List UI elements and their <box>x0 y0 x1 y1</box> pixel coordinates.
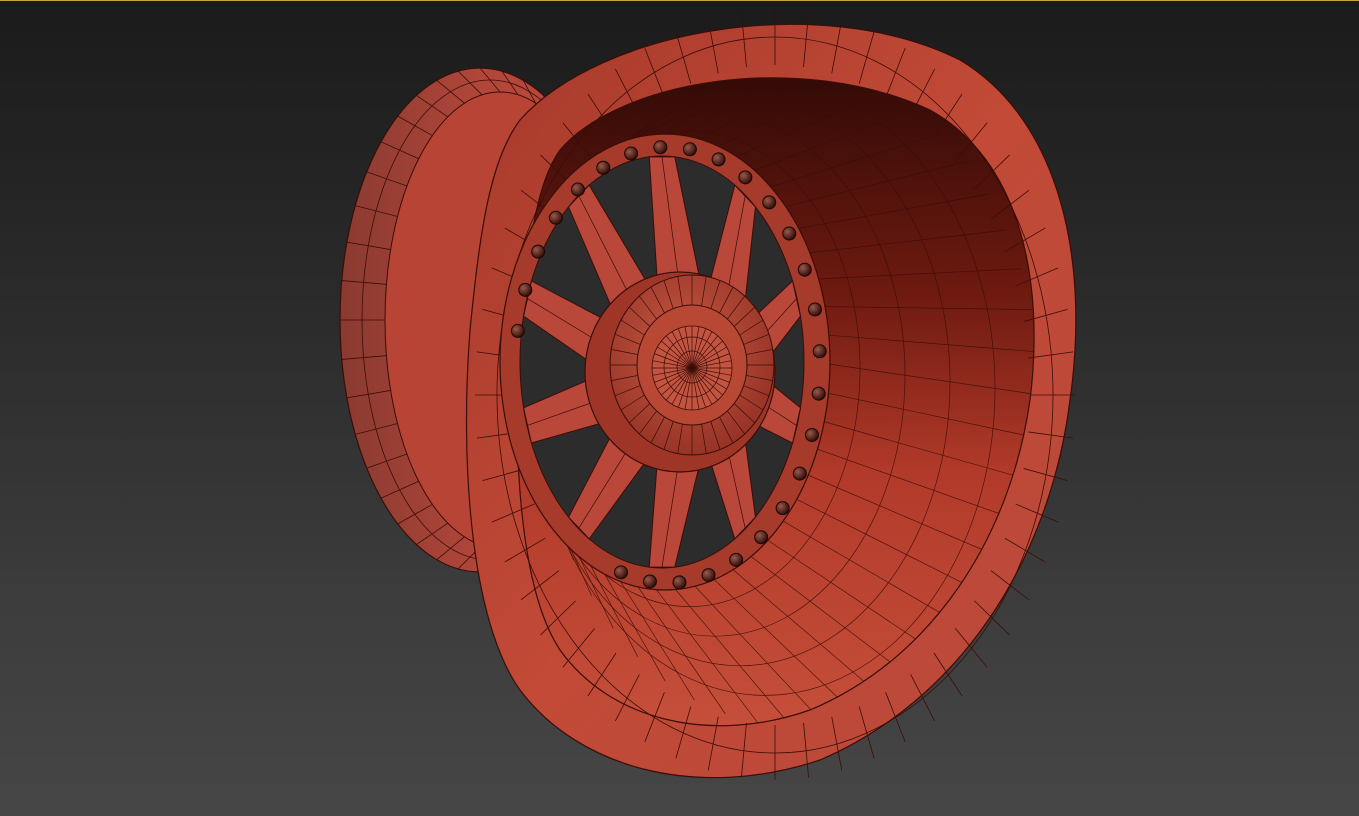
bolt <box>792 466 807 481</box>
bolt <box>738 170 753 185</box>
bolt <box>642 574 657 589</box>
center-hub <box>584 271 776 473</box>
bolt <box>672 575 687 590</box>
bolt <box>596 160 611 175</box>
bolt <box>510 323 525 338</box>
wheel-rim-model[interactable] <box>0 0 1359 816</box>
viewport[interactable] <box>0 0 1359 816</box>
bolt <box>570 182 585 197</box>
bolt <box>797 262 812 277</box>
bolt <box>614 565 629 580</box>
bolt <box>682 142 697 157</box>
bolt <box>518 282 533 297</box>
bolt <box>711 152 726 167</box>
bolt <box>701 568 716 583</box>
bolt <box>762 195 777 210</box>
bolt <box>531 244 546 259</box>
bolt <box>812 344 827 359</box>
bolt <box>729 552 744 567</box>
bolt <box>775 501 790 516</box>
bolt <box>782 226 797 241</box>
bolt <box>653 140 668 155</box>
bolt <box>804 427 819 442</box>
bolt <box>754 530 769 545</box>
bolt <box>807 302 822 317</box>
bolt <box>624 146 639 161</box>
bolt <box>548 210 563 225</box>
bolt <box>811 386 826 401</box>
